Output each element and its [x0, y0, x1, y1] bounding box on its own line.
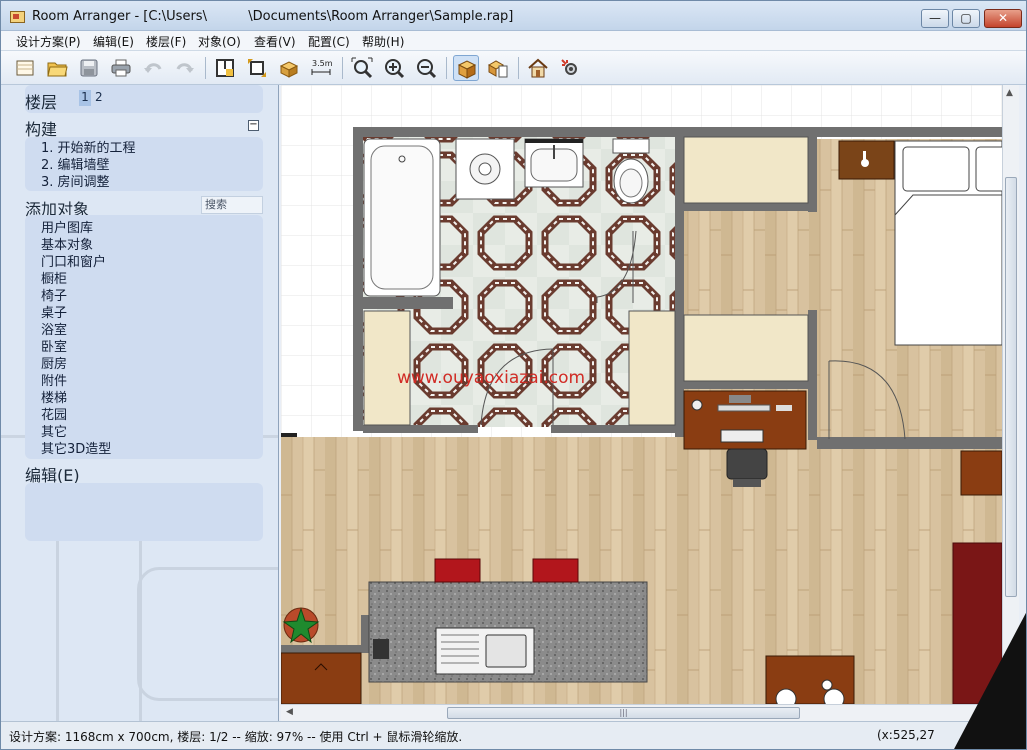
floors-heading: 楼层: [25, 93, 58, 112]
settings-icon: [561, 59, 577, 75]
kitchen-cabinet: [281, 652, 362, 704]
3d-view-button[interactable]: [485, 55, 511, 81]
washing-machine: [455, 138, 515, 200]
app-icon: [10, 11, 25, 23]
category-other-3d[interactable]: 其它3D造型: [41, 438, 111, 457]
room-size-button[interactable]: [244, 55, 270, 81]
status-bar: 设计方案: 1168cm x 700cm, 楼层: 1/2 -- 缩放: 97%…: [1, 721, 1026, 749]
horizontal-scroll-thumb[interactable]: |||: [447, 707, 800, 719]
objects-button[interactable]: [276, 55, 302, 81]
menu-view[interactable]: 查看(V): [254, 33, 296, 50]
menu-edit[interactable]: 编辑(E): [93, 33, 134, 50]
scroll-up-icon[interactable]: ▲: [1006, 88, 1013, 98]
print-button[interactable]: [108, 55, 134, 81]
wardrobe-bottom: [683, 314, 809, 382]
3d-box-button[interactable]: [453, 55, 479, 81]
horizontal-scrollbar[interactable]: ◀ ||| ▶: [281, 704, 1002, 721]
potted-plant: [282, 607, 320, 644]
open-icon: [47, 62, 68, 77]
measure-label: 3.5m: [312, 59, 333, 68]
office-chair: [726, 448, 768, 487]
watermark-text: www.ouyaoxiazai.com: [397, 368, 585, 388]
bathroom-cabinet-right: [628, 310, 676, 426]
toolbar: 3.5m: [1, 51, 1026, 85]
dining-table: [765, 655, 855, 704]
settings-button[interactable]: [557, 55, 583, 81]
panel-decoration: [137, 567, 278, 701]
menu-floor[interactable]: 楼层(F): [146, 33, 186, 50]
minimize-button[interactable]: —: [921, 9, 949, 28]
redo-icon: [176, 63, 194, 73]
house-icon: [528, 58, 548, 78]
objects-icon: [279, 61, 299, 78]
bed: [894, 140, 1002, 346]
floor-tab-1[interactable]: 1: [79, 90, 91, 106]
edit-section: [25, 483, 263, 541]
undo-icon: [144, 63, 162, 73]
save-icon: [80, 59, 98, 77]
undo-button[interactable]: [140, 55, 166, 81]
bathtub: [363, 138, 441, 297]
title-bar: Room Arranger - [C:\Users\ \Documents\Ro…: [1, 1, 1026, 31]
search-tab[interactable]: 搜索: [201, 196, 263, 214]
bar-stool-2: [532, 558, 579, 583]
print-icon: [111, 59, 131, 77]
zoom-fit-button[interactable]: [349, 55, 375, 81]
floor-plan-canvas[interactable]: www.ouyaoxiazai.com: [281, 85, 1002, 704]
zoom-out-icon: [417, 59, 437, 79]
maximize-button[interactable]: ▢: [952, 9, 980, 28]
menu-bar: 设计方案(P) 编辑(E) 楼层(F) 对象(O) 查看(V) 配置(C) 帮助…: [1, 31, 1026, 51]
measure-icon: 3.5m: [311, 59, 333, 75]
house-button[interactable]: [525, 55, 551, 81]
room-size-icon: [248, 59, 266, 77]
menu-config[interactable]: 配置(C): [308, 33, 350, 50]
save-button[interactable]: [76, 55, 102, 81]
bar-stool-1: [434, 558, 481, 583]
toilet: [612, 138, 650, 204]
zoom-in-button[interactable]: [381, 55, 407, 81]
edit-walls-icon: [216, 59, 234, 77]
wardrobe-top: [683, 136, 809, 204]
step-room-adjust[interactable]: 3. 房间调整: [41, 171, 110, 190]
sink: [524, 138, 584, 188]
zoom-out-button[interactable]: [413, 55, 439, 81]
toolbar-separator: [518, 57, 519, 79]
side-table: [960, 450, 1002, 496]
3d-box-icon: [457, 60, 477, 79]
scroll-left-icon[interactable]: ◀: [286, 707, 293, 717]
menu-object[interactable]: 对象(O): [198, 33, 241, 50]
3d-view-icon: [487, 60, 508, 78]
floor-tab-2[interactable]: 2: [95, 90, 103, 104]
redo-button[interactable]: [172, 55, 198, 81]
desk: [683, 390, 807, 450]
collapse-button[interactable]: −: [248, 120, 259, 131]
toolbar-separator: [205, 57, 206, 79]
vertical-scroll-thumb[interactable]: [1005, 177, 1017, 597]
menu-design[interactable]: 设计方案(P): [16, 33, 81, 50]
resize-grip-icon[interactable]: [953, 611, 1026, 749]
nightstand: [838, 140, 895, 180]
menu-help[interactable]: 帮助(H): [362, 33, 404, 50]
measure-button[interactable]: 3.5m: [308, 55, 334, 81]
open-button[interactable]: [44, 55, 70, 81]
new-icon: [16, 60, 34, 76]
zoom-fit-icon: [351, 57, 373, 79]
coordinate-readout: (x:525,27: [877, 728, 935, 742]
toolbar-separator: [342, 57, 343, 79]
floor-plan-drawing: www.ouyaoxiazai.com: [281, 85, 1002, 704]
close-button[interactable]: ✕: [984, 9, 1022, 28]
window-title: Room Arranger - [C:\Users\ \Documents\Ro…: [32, 9, 514, 24]
app-window: Room Arranger - [C:\Users\ \Documents\Ro…: [0, 0, 1027, 750]
status-text: 设计方案: 1168cm x 700cm, 楼层: 1/2 -- 缩放: 97%…: [9, 730, 463, 744]
zoom-in-icon: [385, 59, 405, 79]
edit-walls-button[interactable]: [212, 55, 238, 81]
new-button[interactable]: [12, 55, 38, 81]
side-panel: 楼层 1 2 构建 − 1. 开始新的工程 2. 编辑墙壁 3. 房间调整 添加…: [1, 85, 279, 721]
kitchen-island: [368, 581, 648, 683]
toolbar-separator: [446, 57, 447, 79]
floors-section: [25, 85, 263, 113]
